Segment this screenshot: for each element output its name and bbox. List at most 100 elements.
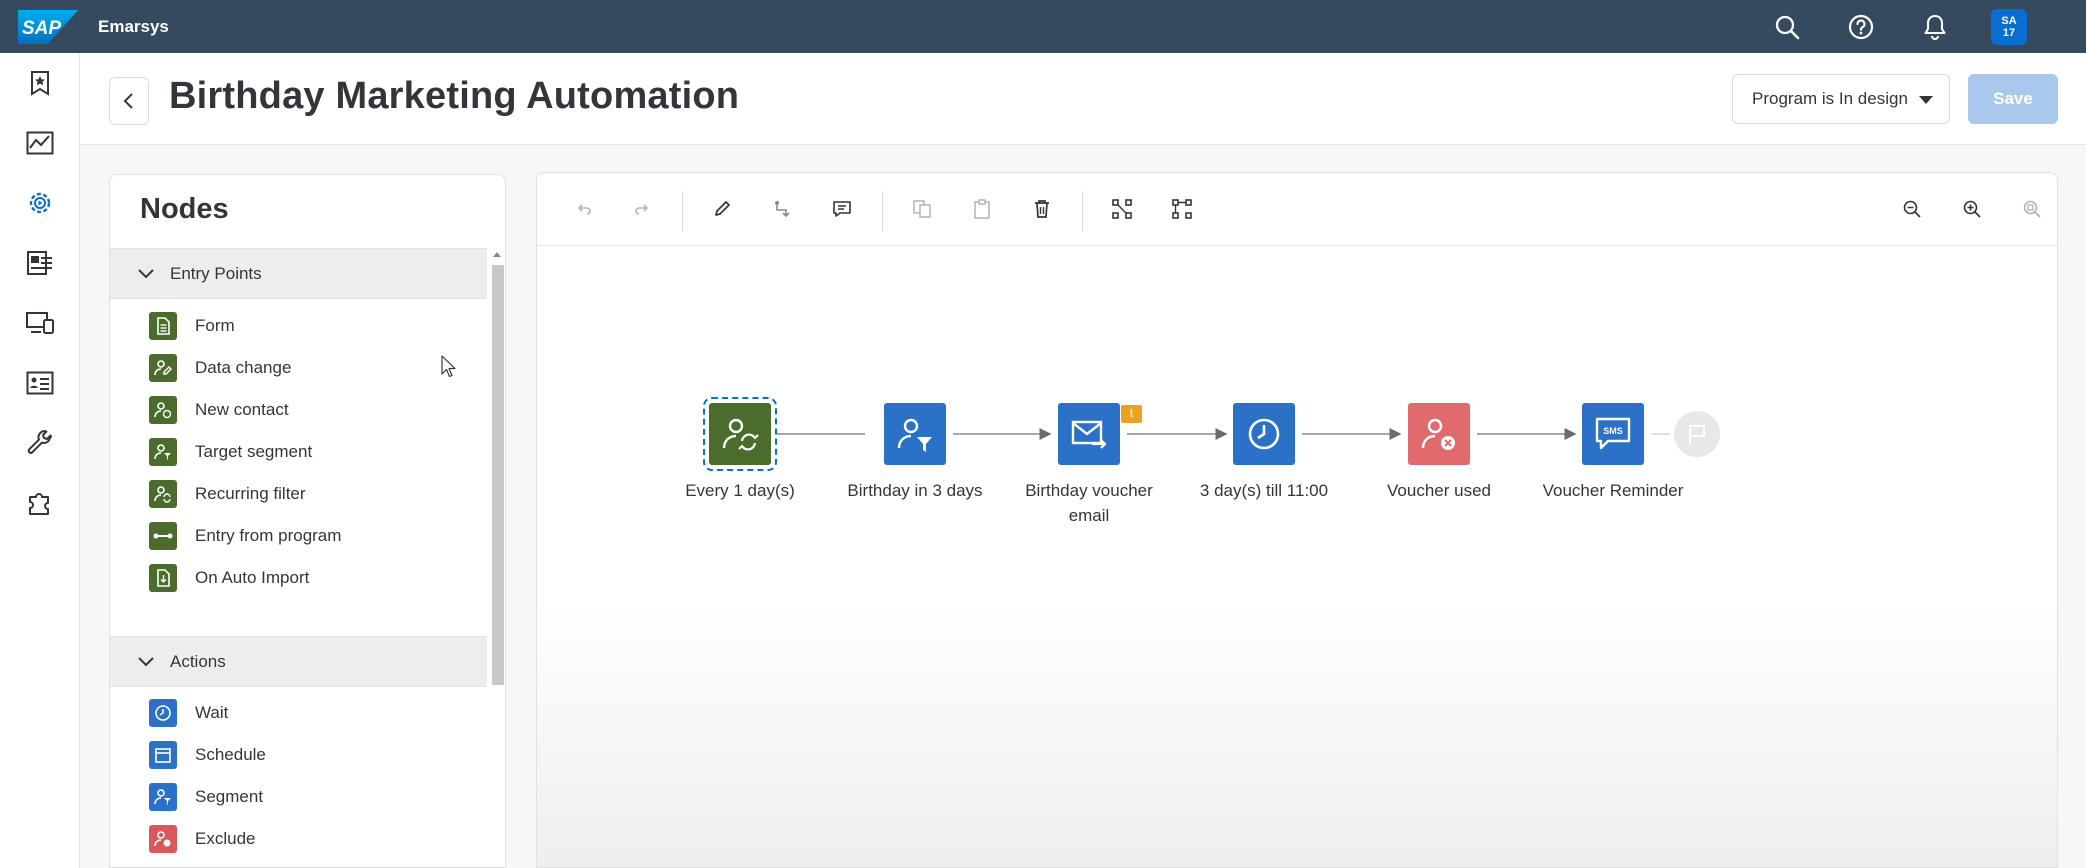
exclude-icon [1421, 418, 1455, 450]
flow-node-wait-3-days[interactable] [1233, 403, 1295, 465]
group-header-entry-points[interactable]: Entry Points [110, 248, 487, 299]
avatar-initials: SA [2001, 14, 2017, 27]
nav-item-management[interactable] [0, 413, 80, 473]
nav-item-analytics[interactable] [0, 113, 80, 173]
flow-node-label: Voucher Reminder [1542, 481, 1684, 500]
node-item-label: New contact [195, 400, 289, 419]
node-item-target-segment[interactable]: Target segment [149, 437, 312, 467]
back-button[interactable] [109, 77, 149, 125]
search-button[interactable] [1750, 0, 1824, 53]
clock-icon [1248, 418, 1280, 450]
flow-node-voucher-used[interactable] [1408, 403, 1470, 465]
content-icon [27, 251, 52, 275]
automation-settings-icon [29, 192, 51, 214]
page-title: Birthday Marketing Automation [169, 75, 740, 117]
nodes-scrollbar[interactable] [487, 248, 505, 867]
wrench-icon [27, 430, 52, 454]
flow-node-label: Every 1 day(s) [685, 481, 795, 500]
entry-from-program-icon [149, 522, 177, 550]
node-item-label: Entry from program [195, 526, 342, 545]
node-item-entry-from-program[interactable]: Entry from program [149, 521, 341, 551]
left-navigation [0, 53, 80, 868]
node-item-data-change[interactable]: Data change [149, 353, 291, 383]
bell-icon [1924, 14, 1946, 40]
search-icon [1775, 15, 1800, 39]
node-item-schedule[interactable]: Schedule [149, 740, 266, 770]
program-status-select[interactable]: Program is In design [1732, 74, 1950, 124]
node-item-form[interactable]: Form [149, 311, 235, 341]
nav-item-favorites[interactable] [0, 53, 80, 113]
program-canvas[interactable]: Every 1 day(s) Birthday in 3 days ! Birt… [536, 172, 2058, 868]
group-label: Actions [170, 651, 226, 671]
nav-item-contacts[interactable] [0, 353, 80, 413]
flow-node-label: Birthday in 3 days [847, 481, 983, 500]
node-item-label: Data change [195, 358, 292, 377]
clock-icon [149, 699, 177, 727]
scroll-up-icon[interactable] [493, 252, 501, 257]
node-item-label: Recurring filter [195, 484, 306, 503]
node-item-label: Form [195, 316, 235, 335]
flag-icon [1689, 425, 1705, 444]
exclude-icon [149, 825, 177, 853]
page-header: Birthday Marketing Automation Program is… [80, 53, 2086, 145]
calendar-icon [149, 741, 177, 769]
segment-icon [149, 783, 177, 811]
nav-item-addons[interactable] [0, 473, 80, 533]
node-item-label: On Auto Import [195, 568, 310, 587]
flow-node-label: Birthday voucher email [1025, 481, 1153, 525]
node-item-segment[interactable]: Segment [149, 782, 263, 812]
email-icon [1071, 420, 1107, 449]
notifications-button[interactable] [1898, 0, 1972, 53]
node-item-on-auto-import[interactable]: On Auto Import [149, 563, 309, 593]
devices-icon [26, 312, 54, 334]
sms-text: SMS [1603, 426, 1623, 436]
sms-icon: SMS [1595, 417, 1631, 450]
flow-node-every-1-day[interactable] [703, 397, 777, 471]
form-icon [149, 312, 177, 340]
caret-down-icon [1919, 96, 1933, 104]
node-item-wait[interactable]: Wait [149, 698, 228, 728]
chevron-down-icon [136, 264, 156, 284]
flow-node-label: 3 day(s) till 11:00 [1199, 481, 1329, 500]
node-item-new-contact[interactable]: New contact [149, 395, 289, 425]
nav-item-content[interactable] [0, 233, 80, 293]
avatar-number: 17 [2002, 26, 2016, 39]
puzzle-icon [29, 493, 49, 515]
flow-node-birthday-voucher-email[interactable] [1058, 403, 1120, 465]
nav-item-channels[interactable] [0, 293, 80, 353]
group-header-actions[interactable]: Actions [110, 636, 487, 687]
sap-logo-text: SAP [22, 18, 61, 39]
help-button[interactable] [1824, 0, 1898, 53]
scrollbar-thumb[interactable] [492, 265, 504, 685]
node-item-label: Target segment [195, 442, 313, 461]
segment-icon [897, 418, 932, 452]
node-item-label: Segment [195, 787, 264, 806]
auto-import-icon [149, 564, 177, 592]
recurring-filter-icon [149, 480, 177, 508]
recurring-filter-icon [722, 418, 759, 451]
flow-node-label: Voucher used [1387, 481, 1491, 500]
nodes-panel-title: Nodes [140, 193, 229, 225]
node-item-label: Schedule [195, 745, 266, 764]
node-item-label: Exclude [195, 829, 256, 848]
chevron-left-icon [123, 93, 133, 109]
chevron-down-icon [136, 652, 156, 672]
warning-badge[interactable]: ! [1121, 405, 1142, 423]
user-menu-button[interactable]: SA 17 [1972, 0, 2046, 53]
node-item-exclude[interactable]: Exclude [149, 824, 255, 854]
mouse-cursor-icon [441, 355, 456, 378]
save-button[interactable]: Save [1968, 74, 2058, 124]
flow-connectors [777, 428, 1670, 440]
program-status-value: Program is In design [1752, 89, 1908, 108]
nav-item-automation[interactable] [0, 173, 80, 233]
shell-bar: SAP Emarsys SA 17 [0, 0, 2086, 53]
product-name[interactable]: Emarsys [98, 17, 169, 37]
sap-logo[interactable]: SAP [18, 9, 78, 44]
flow-node-birthday-in-3-days[interactable] [884, 403, 946, 465]
flow-end-node[interactable] [1674, 411, 1720, 457]
group-label: Entry Points [170, 263, 262, 283]
flow-node-voucher-reminder[interactable]: SMS [1582, 403, 1644, 465]
node-item-recurring-filter[interactable]: Recurring filter [149, 479, 306, 509]
bookmark-star-icon [31, 71, 49, 96]
new-contact-icon [149, 396, 177, 424]
